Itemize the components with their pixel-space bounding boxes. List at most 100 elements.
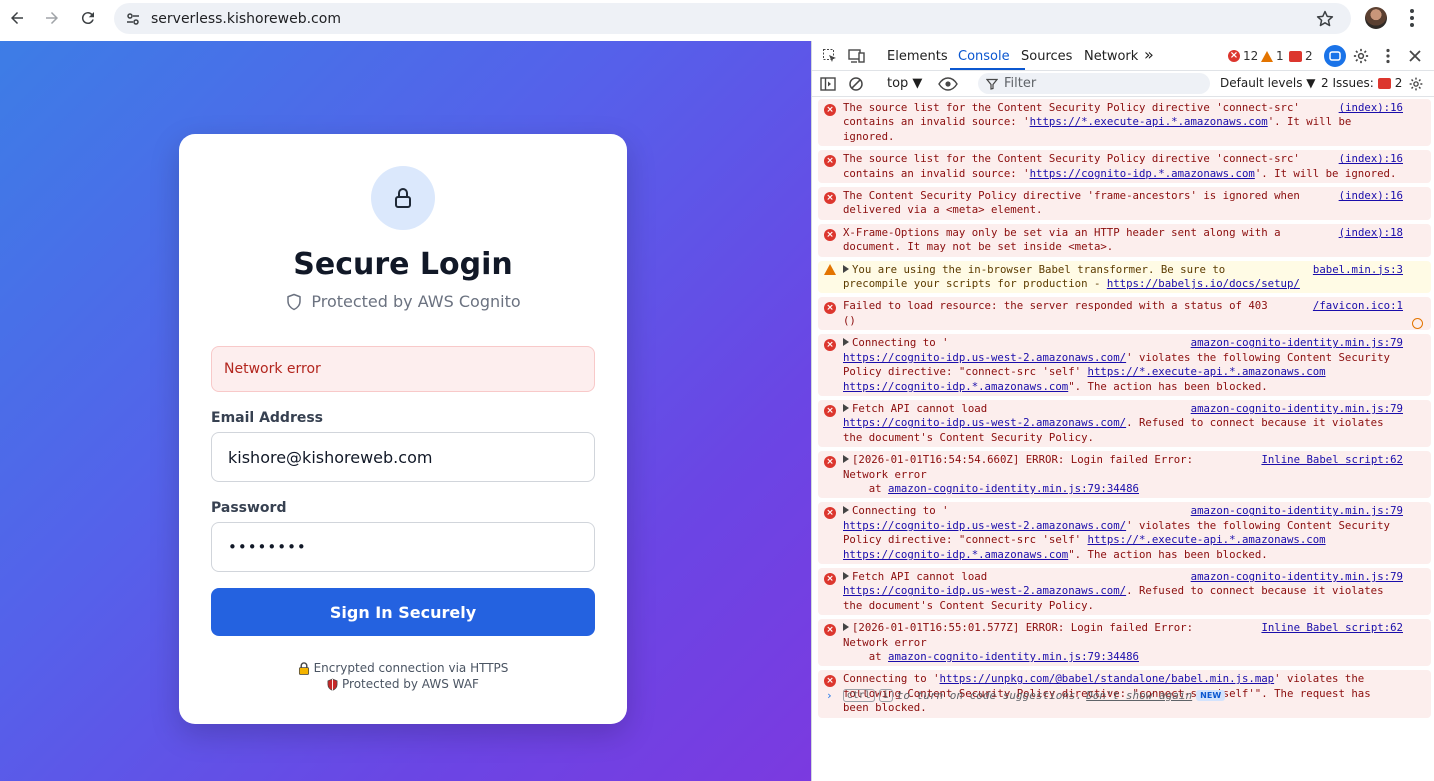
message-text: Connecting to ' (852, 504, 949, 518)
settings-gear-icon[interactable] (1351, 46, 1371, 66)
error-count[interactable]: × 12 (1228, 49, 1258, 63)
sign-in-button[interactable]: Sign In Securely (211, 588, 595, 636)
message-text: document. It may not be set inside <meta… (843, 240, 1114, 254)
issues-button[interactable]: 2 Issues: 2 (1321, 76, 1402, 90)
source-link[interactable]: Inline Babel script:62 (1261, 453, 1403, 467)
message-text: ". The action has been blocked. (1068, 379, 1268, 393)
filter-funnel-icon (986, 78, 998, 90)
close-devtools-icon[interactable] (1405, 46, 1425, 66)
log-levels-dropdown[interactable]: Default levels ▼ (1220, 76, 1316, 90)
console-error-message: × (index):18 X-Frame-Options may only be… (818, 223, 1431, 257)
padlock-icon (298, 661, 309, 675)
message-link[interactable]: https://cognito-idp.*.amazonaws.com (1030, 167, 1255, 180)
console-filter-input[interactable]: Filter (978, 73, 1210, 94)
message-link[interactable]: amazon-cognito-identity.min.js:79:34486 (888, 482, 1139, 495)
message-link[interactable]: https://cognito-idp.us-west-2.amazonaws.… (843, 584, 1126, 597)
issues-label: 2 Issues: (1321, 76, 1374, 90)
lock-icon (395, 188, 411, 208)
message-link[interactable]: https://cognito-idp.*.amazonaws.com (843, 548, 1068, 561)
console-prompt[interactable]: › ctrl i to turn on code suggestions. Do… (826, 689, 1226, 702)
url-text[interactable]: serverless.kishoreweb.com (151, 11, 341, 27)
red-shield-icon (327, 678, 338, 691)
console-error-message: × amazon-cognito-identity.min.js:79 Conn… (818, 502, 1431, 564)
message-link[interactable]: https://babeljs.io/docs/setup/ (1107, 277, 1300, 290)
message-text: the document's Content Security Policy. (843, 598, 1094, 612)
tab-sources[interactable]: Sources (1021, 49, 1072, 64)
network-globe-icon[interactable] (1412, 318, 1423, 330)
inspect-element-icon[interactable] (820, 46, 840, 66)
device-toolbar-icon[interactable] (847, 46, 867, 66)
forward-button[interactable] (37, 3, 67, 33)
devtools-menu-icon[interactable] (1378, 46, 1398, 66)
clear-console-icon[interactable] (846, 74, 866, 94)
source-link[interactable]: amazon-cognito-identity.min.js:79 (1191, 570, 1403, 584)
console-error-message: × Inline Babel script:62 [2026-01-01T16:… (818, 619, 1431, 667)
console-settings-icon[interactable] (1406, 74, 1426, 94)
context-selector[interactable]: top ▼ (887, 76, 922, 91)
message-link[interactable]: https://cognito-idp.us-west-2.amazonaws.… (843, 416, 1126, 429)
site-info-icon[interactable] (118, 7, 148, 31)
expand-triangle-icon[interactable] (843, 571, 849, 580)
source-link[interactable]: /favicon.ico:1 (1313, 299, 1403, 313)
message-text: the document's Content Security Policy. (843, 430, 1094, 444)
message-text: () (843, 313, 856, 327)
tab-network[interactable]: Network (1084, 49, 1138, 64)
message-link[interactable]: https://cognito-idp.us-west-2.amazonaws.… (843, 519, 1126, 532)
live-expression-eye-icon[interactable] (938, 74, 958, 94)
email-field[interactable]: kishore@kishoreweb.com (211, 432, 595, 482)
message-text: Network error (843, 467, 927, 481)
expand-triangle-icon[interactable] (843, 338, 849, 347)
https-note: Encrypted connection via HTTPS (179, 661, 627, 675)
source-link[interactable]: babel.min.js:3 (1313, 263, 1403, 277)
back-button[interactable] (2, 3, 32, 33)
expand-triangle-icon[interactable] (843, 455, 849, 464)
password-field[interactable]: •••••••• (211, 522, 595, 572)
bookmark-star-icon[interactable] (1315, 9, 1335, 29)
expand-triangle-icon[interactable] (843, 264, 849, 273)
expand-triangle-icon[interactable] (843, 506, 849, 515)
arrow-left-icon (11, 12, 23, 24)
tab-elements[interactable]: Elements (887, 49, 948, 64)
more-tabs-button[interactable]: » (1144, 45, 1154, 64)
shield-icon (287, 293, 302, 310)
prompt-chevron-icon: › (826, 689, 833, 702)
message-link[interactable]: https://cognito-idp.us-west-2.amazonaws.… (843, 351, 1126, 364)
dont-show-again-link[interactable]: Don't show again (1086, 689, 1192, 702)
warning-count[interactable]: 1 (1261, 49, 1284, 63)
source-link[interactable]: amazon-cognito-identity.min.js:79 (1191, 402, 1403, 416)
profile-avatar[interactable] (1365, 7, 1387, 29)
message-text: at (843, 650, 889, 663)
address-bar[interactable]: serverless.kishoreweb.com (114, 3, 1351, 34)
message-text: Connecting to ' (843, 672, 940, 686)
lock-badge (371, 166, 435, 230)
source-link[interactable]: (index):18 (1339, 226, 1403, 240)
issue-count[interactable]: 2 (1289, 49, 1313, 63)
source-link[interactable]: amazon-cognito-identity.min.js:79 (1191, 504, 1403, 518)
message-link[interactable]: https://unpkg.com/@babel/standalone/babe… (940, 672, 1275, 685)
console-error-message: × (index):16 The source list for the Con… (818, 150, 1431, 184)
message-link[interactable]: https://*.execute-api.*.amazonaws.com (1088, 365, 1326, 378)
message-text: precompile your scripts for production - (843, 277, 1107, 291)
source-link[interactable]: (index):16 (1339, 189, 1403, 203)
browser-menu-icon[interactable] (1402, 7, 1422, 29)
message-text: Network error (843, 635, 927, 649)
expand-triangle-icon[interactable] (843, 623, 849, 632)
waf-note: Protected by AWS WAF (179, 677, 627, 691)
error-icon: × (824, 456, 836, 469)
reload-icon (81, 12, 94, 25)
ai-assistance-icon[interactable] (1324, 45, 1346, 67)
login-card: Secure Login Protected by AWS Cognito Ne… (179, 134, 627, 724)
source-link[interactable]: Inline Babel script:62 (1261, 621, 1403, 635)
message-text: contains an invalid source: ' (843, 166, 1030, 180)
source-link[interactable]: (index):16 (1339, 152, 1403, 166)
reload-button[interactable] (73, 3, 103, 33)
message-link[interactable]: amazon-cognito-identity.min.js:79:34486 (888, 650, 1139, 663)
tab-console[interactable]: Console (958, 49, 1010, 64)
message-link[interactable]: https://*.execute-api.*.amazonaws.com (1088, 533, 1326, 546)
expand-triangle-icon[interactable] (843, 403, 849, 412)
message-link[interactable]: https://cognito-idp.*.amazonaws.com (843, 380, 1068, 393)
source-link[interactable]: (index):16 (1339, 101, 1403, 115)
message-link[interactable]: https://*.execute-api.*.amazonaws.com (1030, 115, 1268, 128)
source-link[interactable]: amazon-cognito-identity.min.js:79 (1191, 336, 1403, 350)
sidebar-toggle-icon[interactable] (818, 74, 838, 94)
